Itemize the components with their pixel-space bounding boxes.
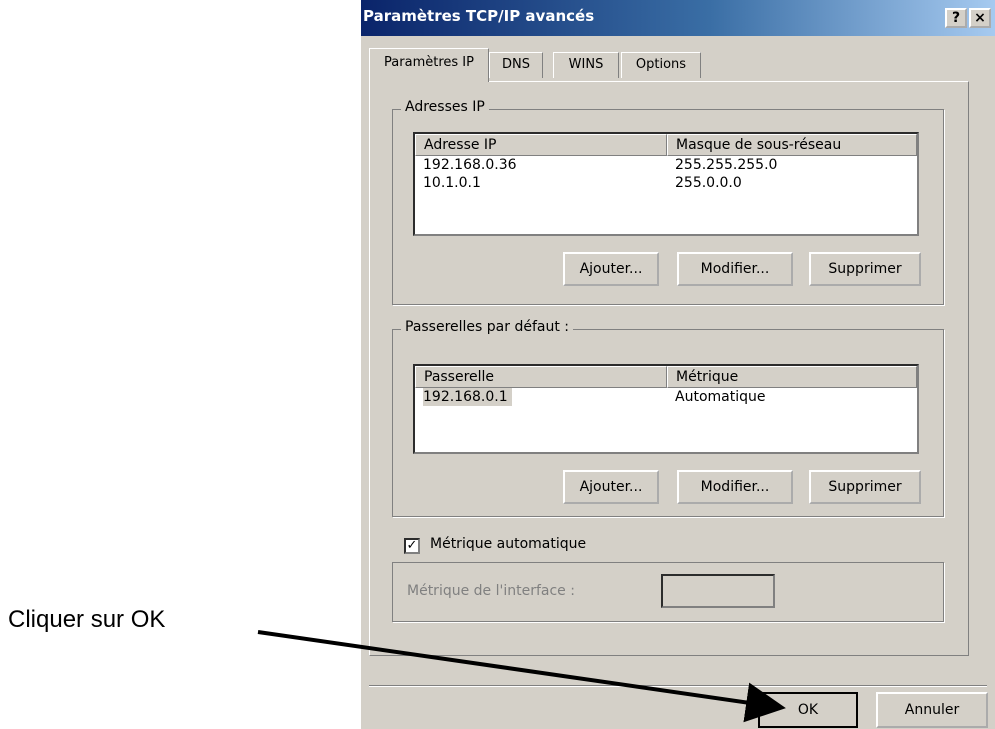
title-bar[interactable]: Paramètres TCP/IP avancés ? × [361,0,995,36]
footer-separator [369,685,987,687]
interface-metric-label: Métrique de l'interface : [407,583,575,599]
subnet-mask-cell: 255.0.0.0 [675,175,742,191]
ip-addresses-group: Adresses IP Adresse IP Masque de sous-ré… [392,99,944,305]
ip-list-header: Adresse IP Masque de sous-réseau [415,134,917,156]
gateway-list-header: Passerelle Métrique [415,366,917,388]
gateway-add-button[interactable]: Ajouter... [563,470,659,504]
help-button[interactable]: ? [945,8,967,28]
table-row[interactable]: 192.168.0.36 255.255.255.0 [415,156,917,174]
ip-add-button[interactable]: Ajouter... [563,252,659,286]
ip-edit-button[interactable]: Modifier... [677,252,793,286]
column-gateway[interactable]: Passerelle [415,366,667,388]
interface-metric-input[interactable] [661,574,775,608]
gateway-cell: 192.168.0.1 [423,388,512,406]
ok-button[interactable]: OK [758,692,858,728]
tab-ip-settings[interactable]: Paramètres IP [369,48,489,82]
ip-addresses-group-label: Adresses IP [401,99,489,115]
ip-address-cell: 192.168.0.36 [423,157,517,173]
column-subnet-mask[interactable]: Masque de sous-réseau [667,134,917,156]
column-ip-address[interactable]: Adresse IP [415,134,667,156]
instruction-annotation: Cliquer sur OK [8,606,166,633]
table-row[interactable]: 192.168.0.1 Automatique [415,388,917,406]
tab-dns[interactable]: DNS [489,52,543,78]
column-metric[interactable]: Métrique [667,366,917,388]
subnet-mask-cell: 255.255.255.0 [675,157,778,173]
gateway-delete-button[interactable]: Supprimer [809,470,921,504]
gateway-list[interactable]: Passerelle Métrique 192.168.0.1 Automati… [413,364,919,454]
advanced-tcpip-dialog: Paramètres TCP/IP avancés ? × Paramètres… [361,0,995,729]
auto-metric-checkbox[interactable]: ✓ [404,538,420,554]
cancel-button[interactable]: Annuler [876,692,988,728]
ip-address-cell: 10.1.0.1 [423,175,481,191]
table-row[interactable]: 10.1.0.1 255.0.0.0 [415,174,917,192]
interface-metric-group: Métrique de l'interface : [392,562,944,622]
auto-metric-label: Métrique automatique [430,536,587,552]
window-title: Paramètres TCP/IP avancés [363,7,595,25]
tab-options[interactable]: Options [621,52,701,78]
default-gateways-group-label: Passerelles par défaut : [401,319,574,335]
tab-wins[interactable]: WINS [553,52,619,78]
gateway-edit-button[interactable]: Modifier... [677,470,793,504]
default-gateways-group: Passerelles par défaut : Passerelle Métr… [392,319,944,517]
close-button[interactable]: × [969,8,991,28]
tab-panel: Adresses IP Adresse IP Masque de sous-ré… [369,81,969,656]
metric-cell: Automatique [675,389,766,405]
ip-delete-button[interactable]: Supprimer [809,252,921,286]
ip-address-list[interactable]: Adresse IP Masque de sous-réseau 192.168… [413,132,919,236]
